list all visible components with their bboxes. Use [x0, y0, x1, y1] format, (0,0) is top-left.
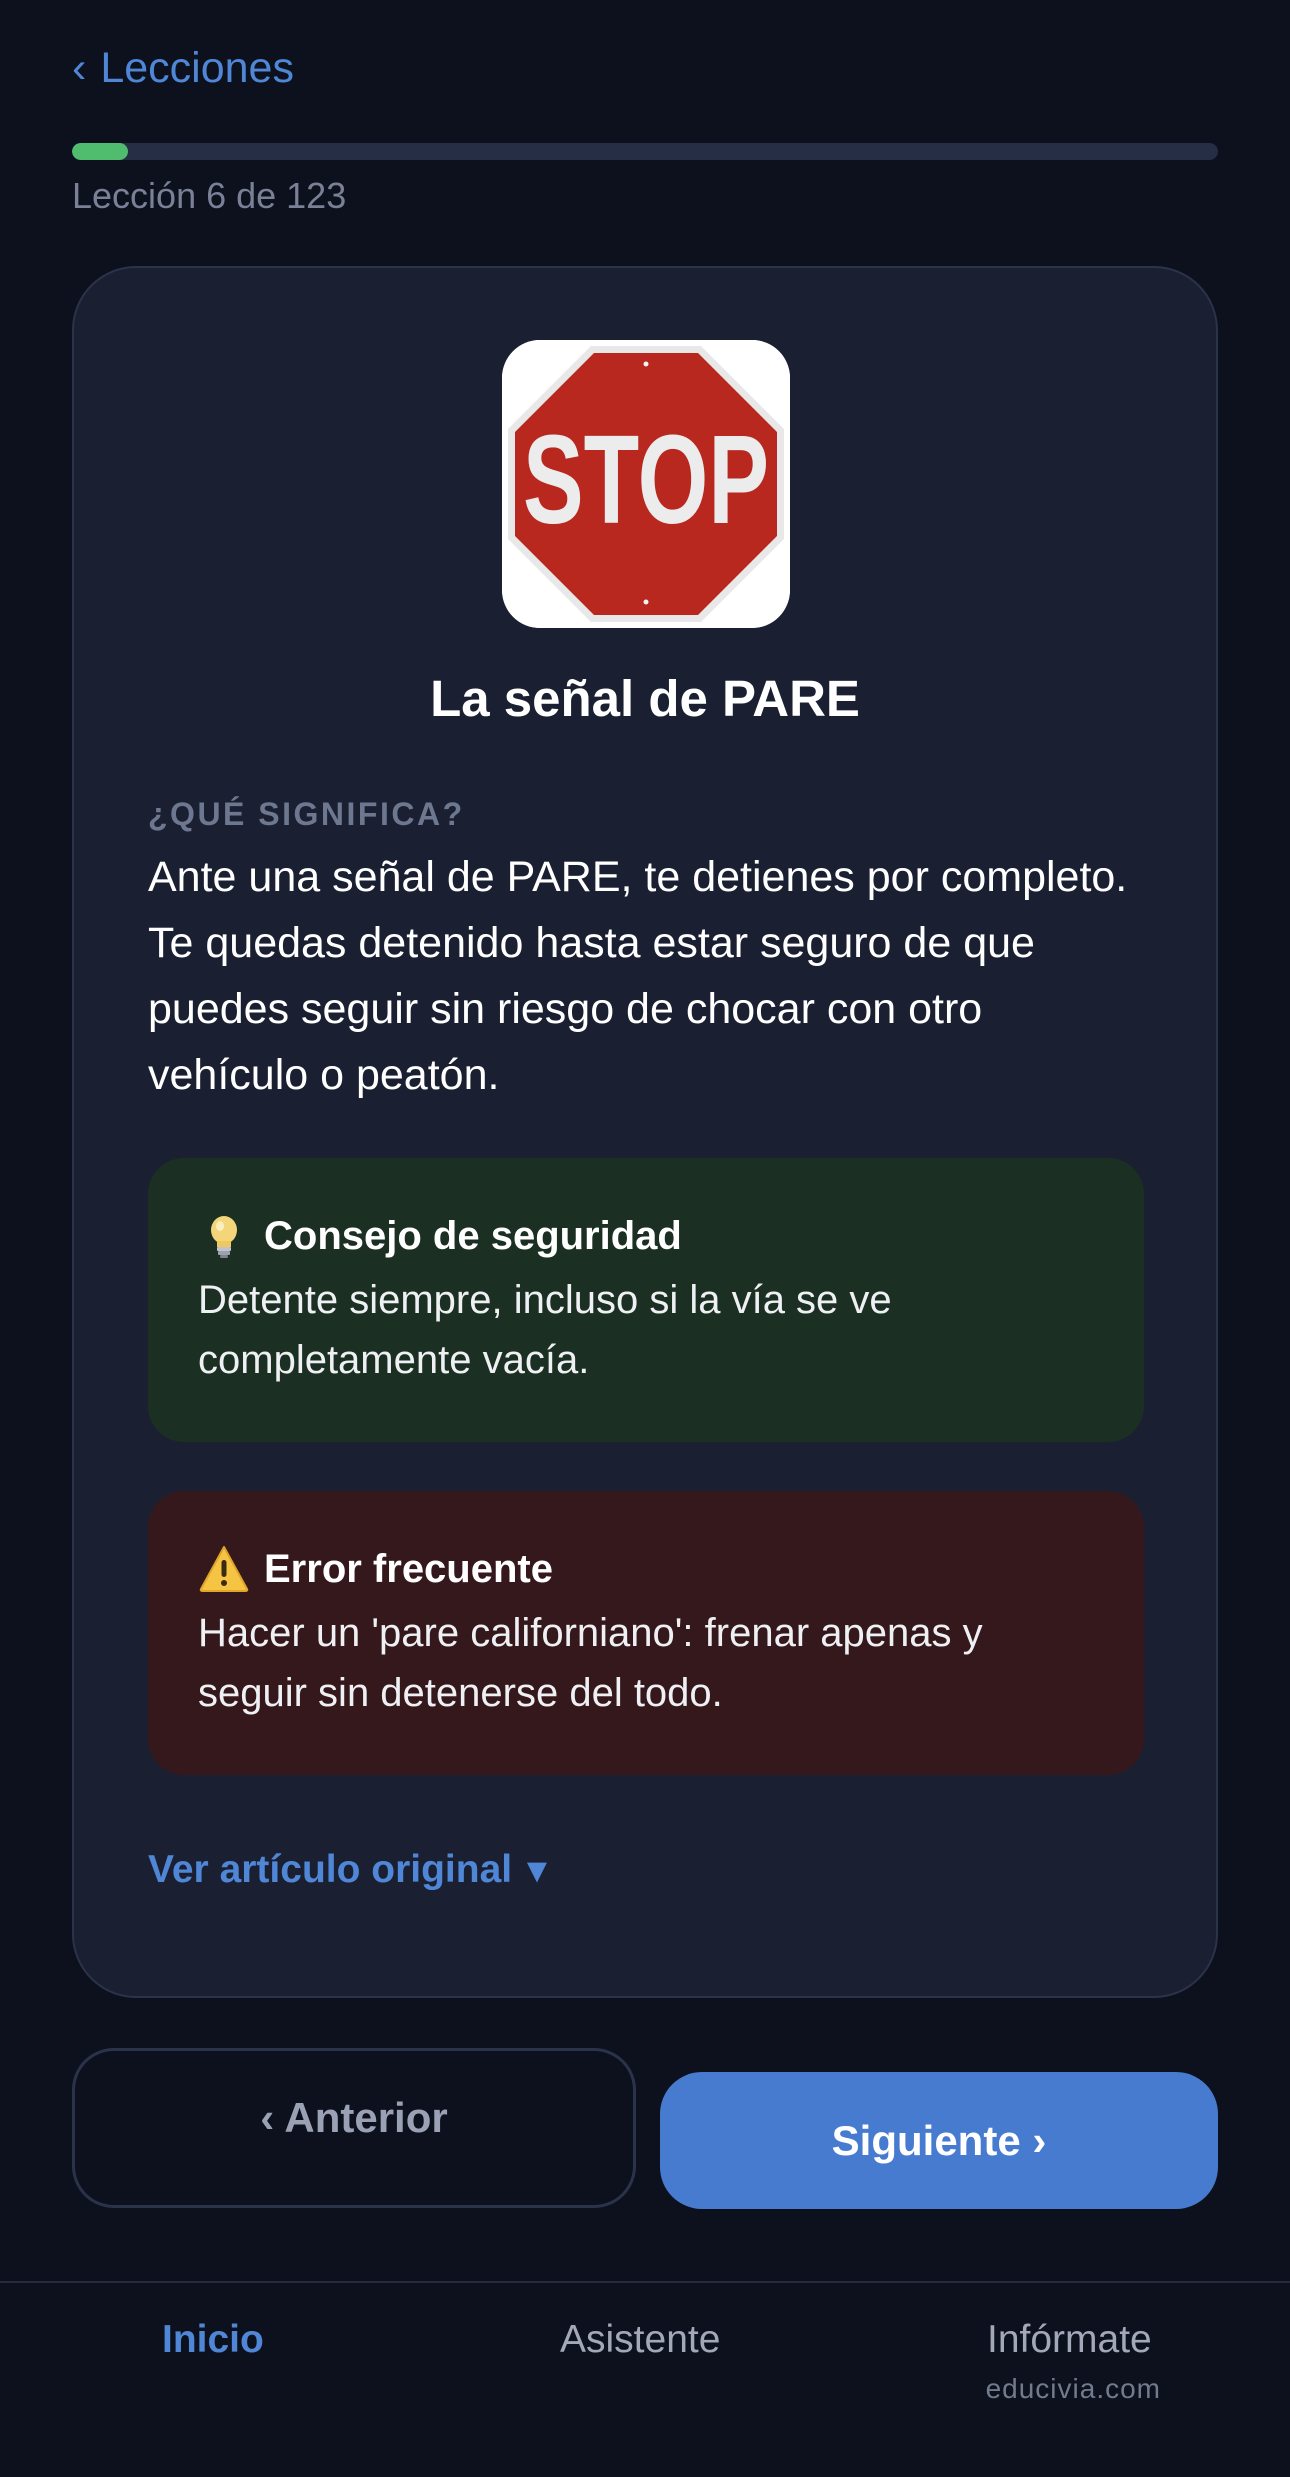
informate-site-label: educivia.com [985, 2373, 1161, 2404]
stop-sign-icon: STOP [502, 340, 790, 628]
previous-button-label: ‹ Anterior [260, 2094, 448, 2141]
safety-tip-box: Consejo de seguridad Detente siempre, in… [148, 1158, 1144, 1442]
warning-icon [198, 1543, 250, 1595]
lesson-description: Ante una señal de PARE, te detienes por … [148, 853, 1128, 1099]
common-error-title: Error frecuente [264, 1546, 553, 1591]
lesson-progress-text: Lección 6 de 123 [72, 175, 347, 216]
view-original-article-link[interactable]: Ver artículo original ▼ [148, 1844, 554, 1897]
caret-down-icon: ▼ [520, 1852, 554, 1890]
lesson-title: La señal de PARE [430, 670, 860, 727]
lesson-screen: ‹ Lecciones Lección 6 de 123 STOP La seña… [0, 0, 1290, 2477]
safety-tip-title: Consejo de seguridad [264, 1213, 682, 1258]
tab-inicio[interactable]: Inicio [162, 2315, 264, 2365]
lesson-progress-bar [72, 143, 1218, 160]
next-lesson-button[interactable]: Siguiente › [660, 2072, 1218, 2209]
section-label: ¿QUÉ SIGNIFICA? [148, 796, 465, 832]
article-link-label: Ver artículo original [148, 1848, 513, 1891]
chevron-left-icon: ‹ [72, 44, 87, 92]
back-to-lessons-link[interactable]: ‹ Lecciones [72, 38, 294, 98]
bottom-tab-bar: Inicio Asistente Infórmate educivia.com [0, 2281, 1290, 2477]
safety-tip-body: Detente siempre, incluso si la vía se ve… [198, 1278, 892, 1382]
common-error-box: Error frecuente Hacer un 'pare californi… [148, 1491, 1144, 1775]
lesson-progress-fill [72, 143, 129, 160]
tab-asistente[interactable]: Asistente [560, 2315, 720, 2365]
stop-sign-text: STOP [523, 409, 769, 550]
common-error-body: Hacer un 'pare californiano': frenar ape… [198, 1611, 983, 1715]
tab-informate[interactable]: Infórmate [987, 2315, 1152, 2365]
lightbulb-icon [198, 1210, 250, 1262]
next-button-label: Siguiente › [831, 2116, 1047, 2164]
previous-lesson-button[interactable]: ‹ Anterior [72, 2048, 636, 2208]
lesson-card: STOP La señal de PARE ¿QUÉ SIGNIFICA? An… [72, 266, 1218, 1998]
back-link-label: Lecciones [100, 44, 294, 92]
